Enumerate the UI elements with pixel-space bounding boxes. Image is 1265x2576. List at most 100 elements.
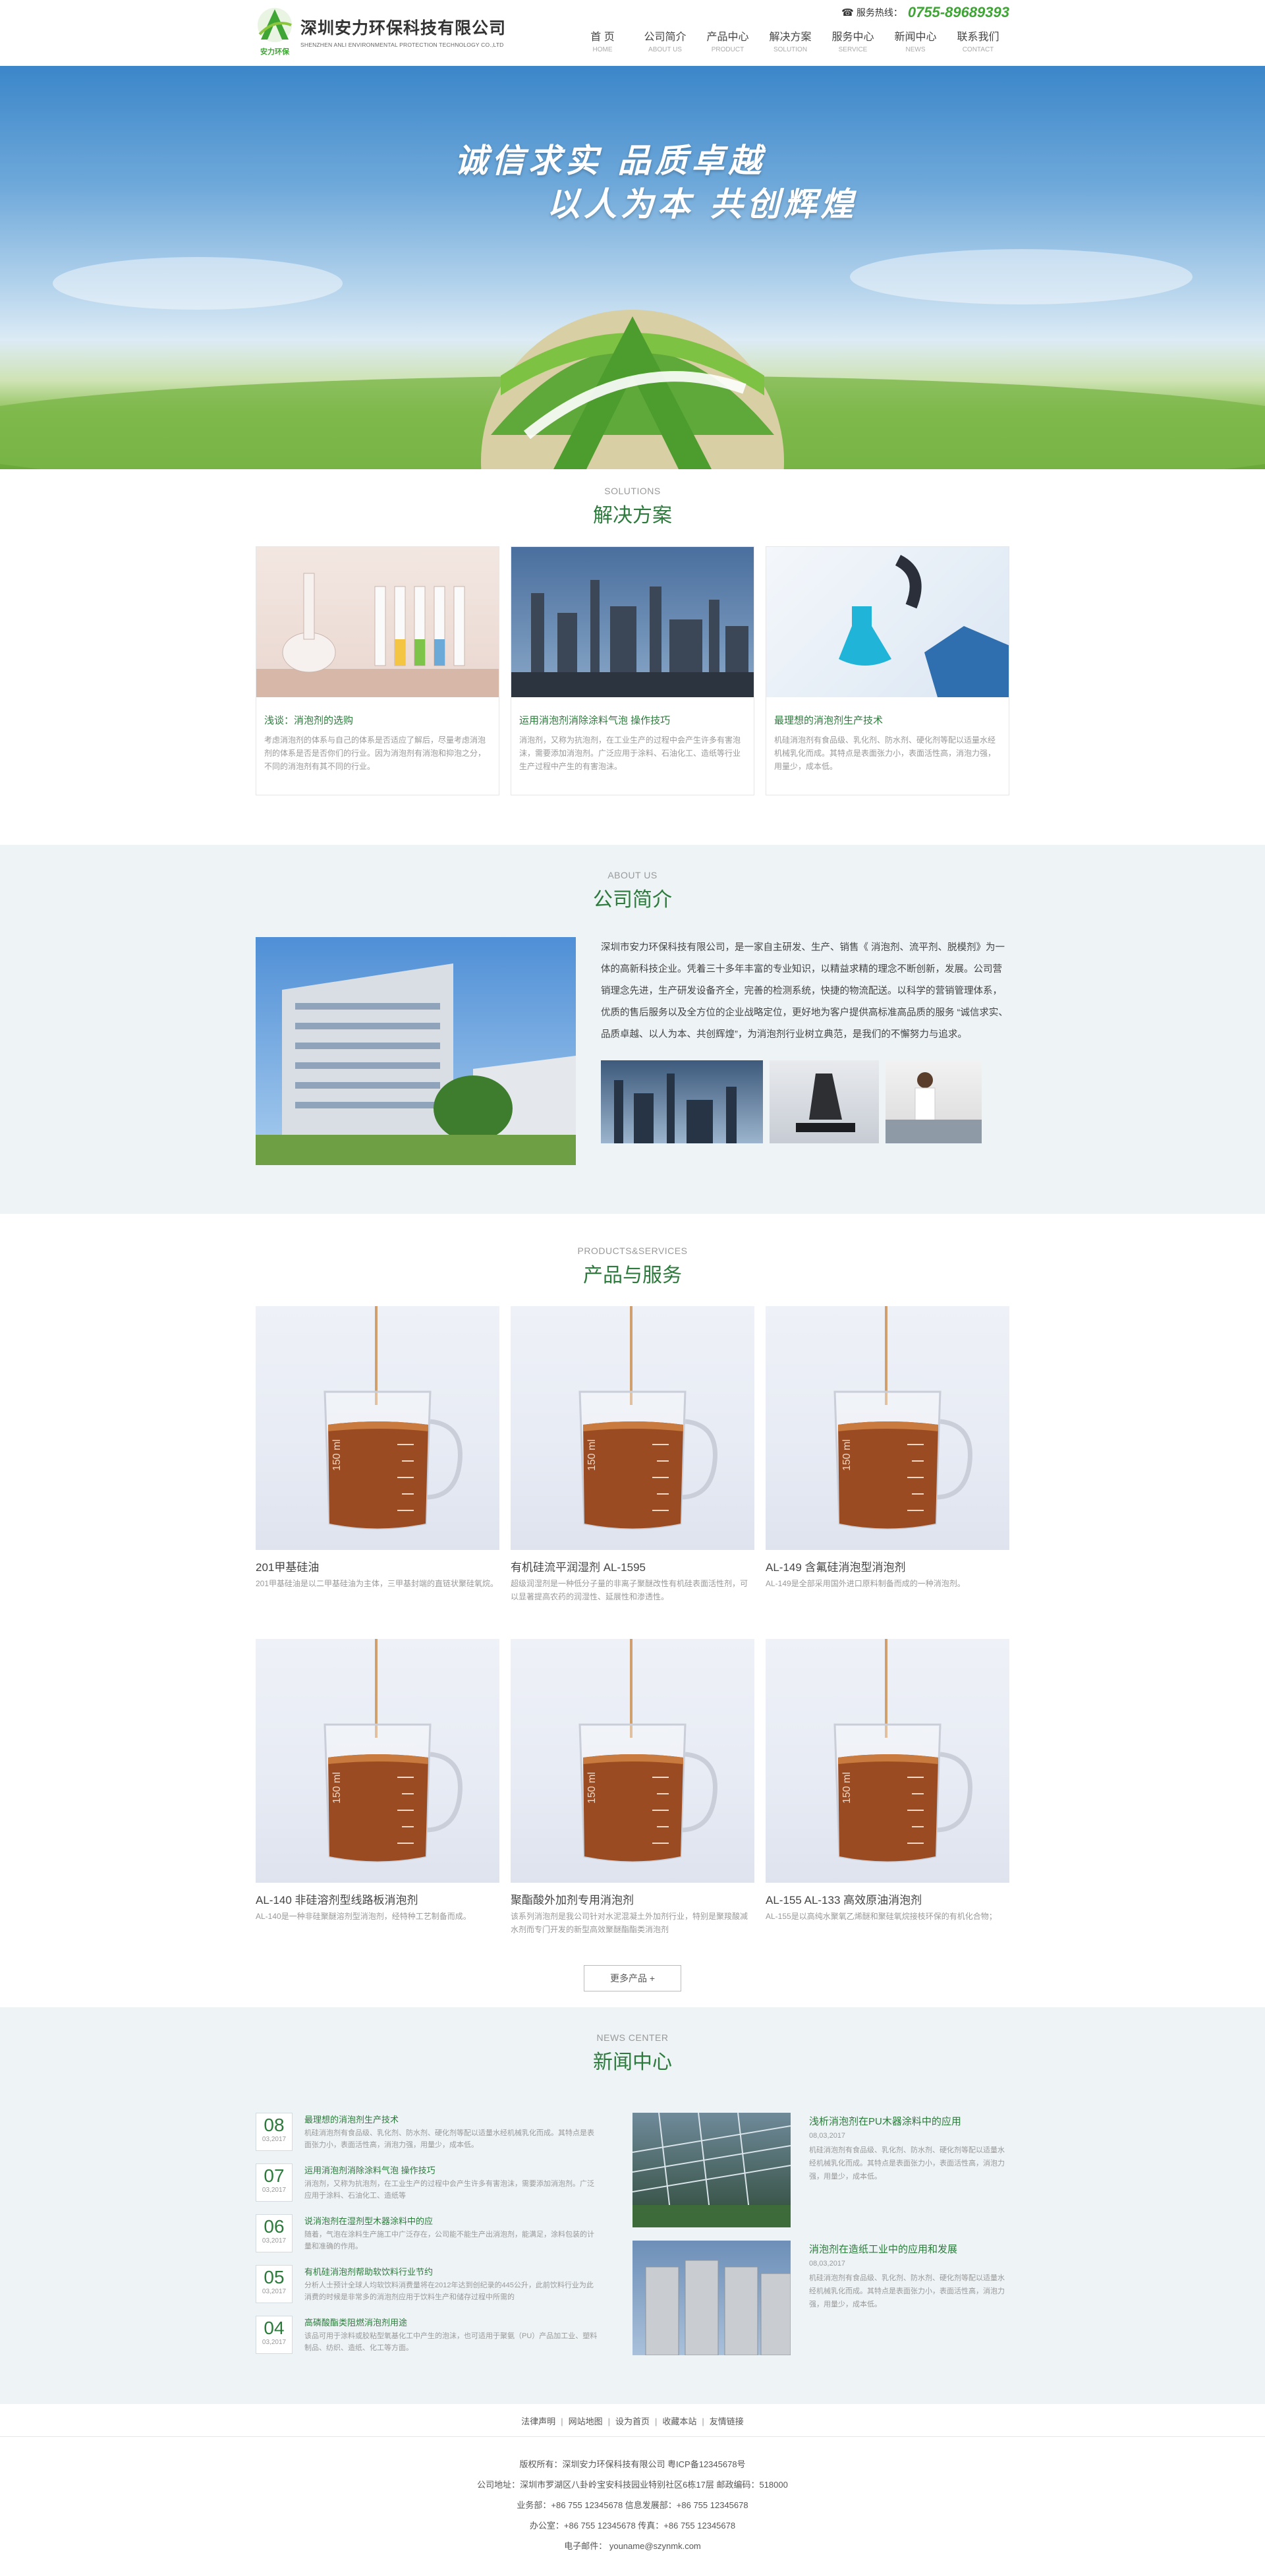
news-date-box: 07 03,2017 — [256, 2163, 293, 2202]
footer-info-line: 办公室：+86 755 12345678 传真：+86 755 12345678 — [529, 2521, 736, 2531]
banner-slogan-line2: 以人为本 共创辉煌 — [547, 185, 858, 223]
logo[interactable]: 安力环保 深圳安力环保科技有限公司 SHENZHEN ANLI ENVIRONM… — [256, 5, 506, 58]
hotline-number[interactable]: 0755-89689393 — [908, 4, 1009, 21]
news-month-year: 03,2017 — [262, 2288, 287, 2295]
news-list-item[interactable]: 06 03,2017 说消泡剂在湿剂型木器涂料中的应 随着，气泡在涂料生产施工中广泛存… — [256, 2214, 598, 2265]
news-desc: 机硅消泡剂有食品级、乳化剂、防水剂、硬化剂等配以适量水经机械乳化而成。其特点是表… — [304, 2129, 594, 2149]
news-list-item[interactable]: 05 03,2017 有机硅消泡剂帮助软饮料行业节约 分析人士预计全球人均软饮料消费量… — [256, 2265, 598, 2316]
featured-news-date: 08,03,2017 — [809, 2132, 846, 2140]
news-title: 运用消泡剂消除涂料气泡 操作技巧 — [304, 2165, 436, 2175]
news-title: NEWS CENTER 新闻中心 — [593, 2032, 672, 2073]
solutions-title: SOLUTIONS 解决方案 — [593, 486, 672, 527]
footer-link[interactable]: 设为首页 — [615, 2417, 650, 2426]
news-date-box: 08 03,2017 — [256, 2113, 293, 2151]
company-name-cn: 深圳安力环保科技有限公司 — [300, 18, 507, 38]
more-products-button[interactable]: 更多产品 + — [584, 1965, 681, 1991]
site-header: 安力环保 深圳安力环保科技有限公司 SHENZHEN ANLI ENVIRONM… — [0, 0, 1265, 66]
product-desc: AL-155是以高纯水聚氧乙烯醚和聚硅氧烷接枝环保的有机化合物； — [766, 1912, 997, 1921]
news-desc: 消泡剂，又称为抗泡剂，在工业生产的过程中会产生许多有害泡沫，需要添加消泡剂。广泛… — [304, 2180, 594, 2200]
about-title: ABOUT US 公司简介 — [593, 870, 672, 911]
phone-icon: ☎ — [841, 7, 854, 18]
nav-home[interactable]: 首 页 HOME — [571, 28, 634, 53]
footer-links: 法律声明 | 网站地图 | 设为首页 | 收藏本站 | 友情链接 — [0, 2404, 1265, 2437]
product-name: AL-149 含氟硅消泡型消泡剂 — [766, 1561, 906, 1574]
news-title: 有机硅消泡剂帮助软饮料行业节约 — [304, 2267, 434, 2277]
news-list-item[interactable]: 04 03,2017 高磷酸酯类阻燃消泡剂用途 该品可用于涂料或胶粘型氧基化工中产生的… — [256, 2316, 598, 2366]
lab-glassware-image — [256, 547, 499, 697]
news-list: 08 03,2017 最理想的消泡剂生产技术机硅消泡剂有食品级、乳化剂、防水剂、硬化… — [256, 2113, 598, 2368]
nav-contact[interactable]: 联系我们 CONTACT — [947, 28, 1009, 53]
solution-card[interactable]: 最理想的消泡剂生产技术 机硅消泡剂有食品级、乳化剂、防水剂、硬化剂等配以适量水经… — [766, 546, 1009, 795]
product-card[interactable]: 150 ml 有机硅流平润湿剂 AL-1595 超级润湿剂是一种低分子量的非离子聚醚… — [511, 1306, 754, 1603]
news-desc: 该品可用于涂料或胶粘型氧基化工中产生的泡沫，也可适用于聚氨（PU）产品加工业、塑… — [304, 2332, 598, 2352]
product-card[interactable]: 150 ml 201甲基硅油 201甲基硅油是以二甲基硅油为主体，三甲基封端的直链状… — [256, 1306, 499, 1603]
nav-about[interactable]: 公司简介 ABOUT US — [634, 28, 696, 53]
product-desc: 超级润湿剂是一种低分子量的非离子聚醚改性有机硅表面活性剂，可以显著提高农药的润湿… — [511, 1579, 748, 1601]
solution-desc: 机硅消泡剂有食品级、乳化剂、防水剂、硬化剂等配以适量水经机械乳化而成。其特点是表… — [774, 735, 996, 771]
beaker-product-image: 150 ml — [256, 1639, 499, 1883]
nav-solution[interactable]: 解决方案 SOLUTION — [759, 28, 822, 53]
featured-news-item[interactable]: 浅析消泡剂在PU木器涂料中的应用 08,03,2017 机硅消泡剂有食品级、乳化… — [632, 2113, 1009, 2227]
news-date-box: 05 03,2017 — [256, 2265, 293, 2303]
footer-link[interactable]: 收藏本站 — [662, 2417, 696, 2426]
solution-card[interactable]: 运用消泡剂消除涂料气泡 操作技巧 消泡剂，又称为抗泡剂，在工业生产的过程中会产生… — [511, 546, 754, 795]
news-date-box: 04 03,2017 — [256, 2316, 293, 2354]
solution-desc: 考虑消泡剂的体系与自己的体系是否适应了解后，尽量考虑消泡剂的体系是否是否你们的行… — [264, 735, 486, 771]
news-title: 说消泡剂在湿剂型木器涂料中的应 — [304, 2216, 434, 2226]
featured-news-desc: 机硅消泡剂有食品级、乳化剂、防水剂、硬化剂等配以适量水经机械乳化而成。其特点是表… — [809, 2274, 1005, 2308]
beaker-product-image: 150 ml — [511, 1639, 754, 1883]
news-section: NEWS CENTER 新闻中心 08 03,2017 最理想的消泡剂生产技术机硅消… — [0, 2007, 1265, 2404]
news-list-item[interactable]: 07 03,2017 运用消泡剂消除涂料气泡 操作技巧消泡剂，又称为抗泡剂，在工业生… — [256, 2163, 598, 2214]
refinery-image — [511, 547, 754, 697]
logo-small-text: 安力环保 — [260, 48, 289, 56]
products-title: PRODUCTS&SERVICES 产品与服务 — [577, 1245, 688, 1286]
microscope-thumb-image — [770, 1060, 879, 1143]
footer-link[interactable]: 网站地图 — [569, 2417, 603, 2426]
banner-illustration — [0, 249, 1265, 469]
lab-flask-image — [766, 547, 1009, 697]
storage-tanks-image — [632, 2241, 791, 2355]
product-desc: 201甲基硅油是以二甲基硅油为主体，三甲基封端的直链状聚硅氧烷。 — [256, 1579, 499, 1588]
beaker-product-image: 150 ml — [511, 1306, 754, 1550]
footer-info-line: 版权所有：深圳安力环保科技有限公司 粤ICP备12345678号 — [519, 2459, 746, 2469]
featured-news-item[interactable]: 消泡剂在造纸工业中的应用和发展 08,03,2017 机硅消泡剂有食品级、乳化剂… — [632, 2241, 1009, 2355]
news-list-item[interactable]: 08 03,2017 最理想的消泡剂生产技术机硅消泡剂有食品级、乳化剂、防水剂、硬化… — [256, 2113, 598, 2163]
solution-desc: 消泡剂，又称为抗泡剂，在工业生产的过程中会产生许多有害泡沫，需要添加消泡剂。广泛… — [519, 735, 741, 771]
greenhouse-image — [632, 2113, 791, 2227]
beaker-product-image: 150 ml — [766, 1639, 1009, 1883]
footer-link[interactable]: 友情链接 — [710, 2417, 744, 2426]
featured-news-title: 消泡剂在造纸工业中的应用和发展 — [809, 2244, 958, 2255]
product-card[interactable]: 150 ml AL-155 AL-133 高效原油消泡剂 AL-155是以高纯水聚氧… — [766, 1639, 1009, 1936]
lab-worker-thumb-image — [886, 1060, 982, 1143]
beaker-label: 150 ml — [331, 1772, 343, 1804]
factory-thumb-image — [601, 1060, 763, 1143]
product-name: AL-155 AL-133 高效原油消泡剂 — [766, 1894, 922, 1906]
news-month-year: 03,2017 — [262, 2339, 287, 2346]
beaker-label: 150 ml — [586, 1439, 598, 1471]
featured-news-title: 浅析消泡剂在PU木器涂料中的应用 — [809, 2116, 961, 2127]
link-separator: | — [702, 2417, 704, 2426]
nav-news[interactable]: 新闻中心 NEWS — [884, 28, 947, 53]
hotline-label: 服务热线： — [856, 7, 903, 18]
product-name: AL-140 非硅溶剂型线路板消泡剂 — [256, 1894, 418, 1906]
news-title: 最理想的消泡剂生产技术 — [304, 2115, 399, 2125]
news-date-box: 06 03,2017 — [256, 2214, 293, 2252]
news-month-year: 03,2017 — [262, 2187, 287, 2194]
product-card[interactable]: 150 ml 聚酯酸外加剂专用消泡剂 该系列消泡剂是我公司针对水泥混凝土外加剂行业，… — [511, 1639, 754, 1936]
about-section: ABOUT US 公司简介 深圳市安力环保科技有限公司，是一家自主研发、生产、销… — [0, 845, 1265, 1214]
product-desc: 该系列消泡剂是我公司针对水泥混凝土外加剂行业，特别是聚羧酸减水剂而专门开发的新型… — [511, 1912, 748, 1934]
about-description: 深圳市安力环保科技有限公司，是一家自主研发、生产、销售《 消泡剂、流平剂、脱模剂… — [601, 942, 1008, 1040]
company-name-en: SHENZHEN ANLI ENVIRONMENTAL PROTECTION T… — [300, 42, 504, 48]
solutions-section: SOLUTIONS 解决方案 浅谈：消泡剂的选购 考虑消泡剂的体系与自己的体系是… — [0, 469, 1265, 845]
nav-product[interactable]: 产品中心 PRODUCT — [696, 28, 759, 53]
product-card[interactable]: 150 ml AL-140 非硅溶剂型线路板消泡剂 AL-140是一种非硅聚醚溶剂型… — [256, 1639, 499, 1936]
site-footer: 版权所有：深圳安力环保科技有限公司 粤ICP备12345678号 公司地址：深圳市… — [0, 2437, 1265, 2575]
footer-link[interactable]: 法律声明 — [521, 2417, 555, 2426]
product-name: 201甲基硅油 — [256, 1561, 320, 1574]
link-separator: | — [607, 2417, 610, 2426]
product-card[interactable]: 150 ml AL-149 含氟硅消泡型消泡剂 AL-149是全部采用国外进口原料制… — [766, 1306, 1009, 1603]
footer-info-line: 业务部：+86 755 12345678 信息发展部：+86 755 12345… — [517, 2500, 748, 2510]
nav-service[interactable]: 服务中心 SERVICE — [822, 28, 884, 53]
hero-banner: 诚信求实 品质卓越 以人为本 共创辉煌 — [0, 66, 1265, 469]
solution-card[interactable]: 浅谈：消泡剂的选购 考虑消泡剂的体系与自己的体系是否适应了解后，尽量考虑消泡剂的… — [256, 546, 499, 795]
